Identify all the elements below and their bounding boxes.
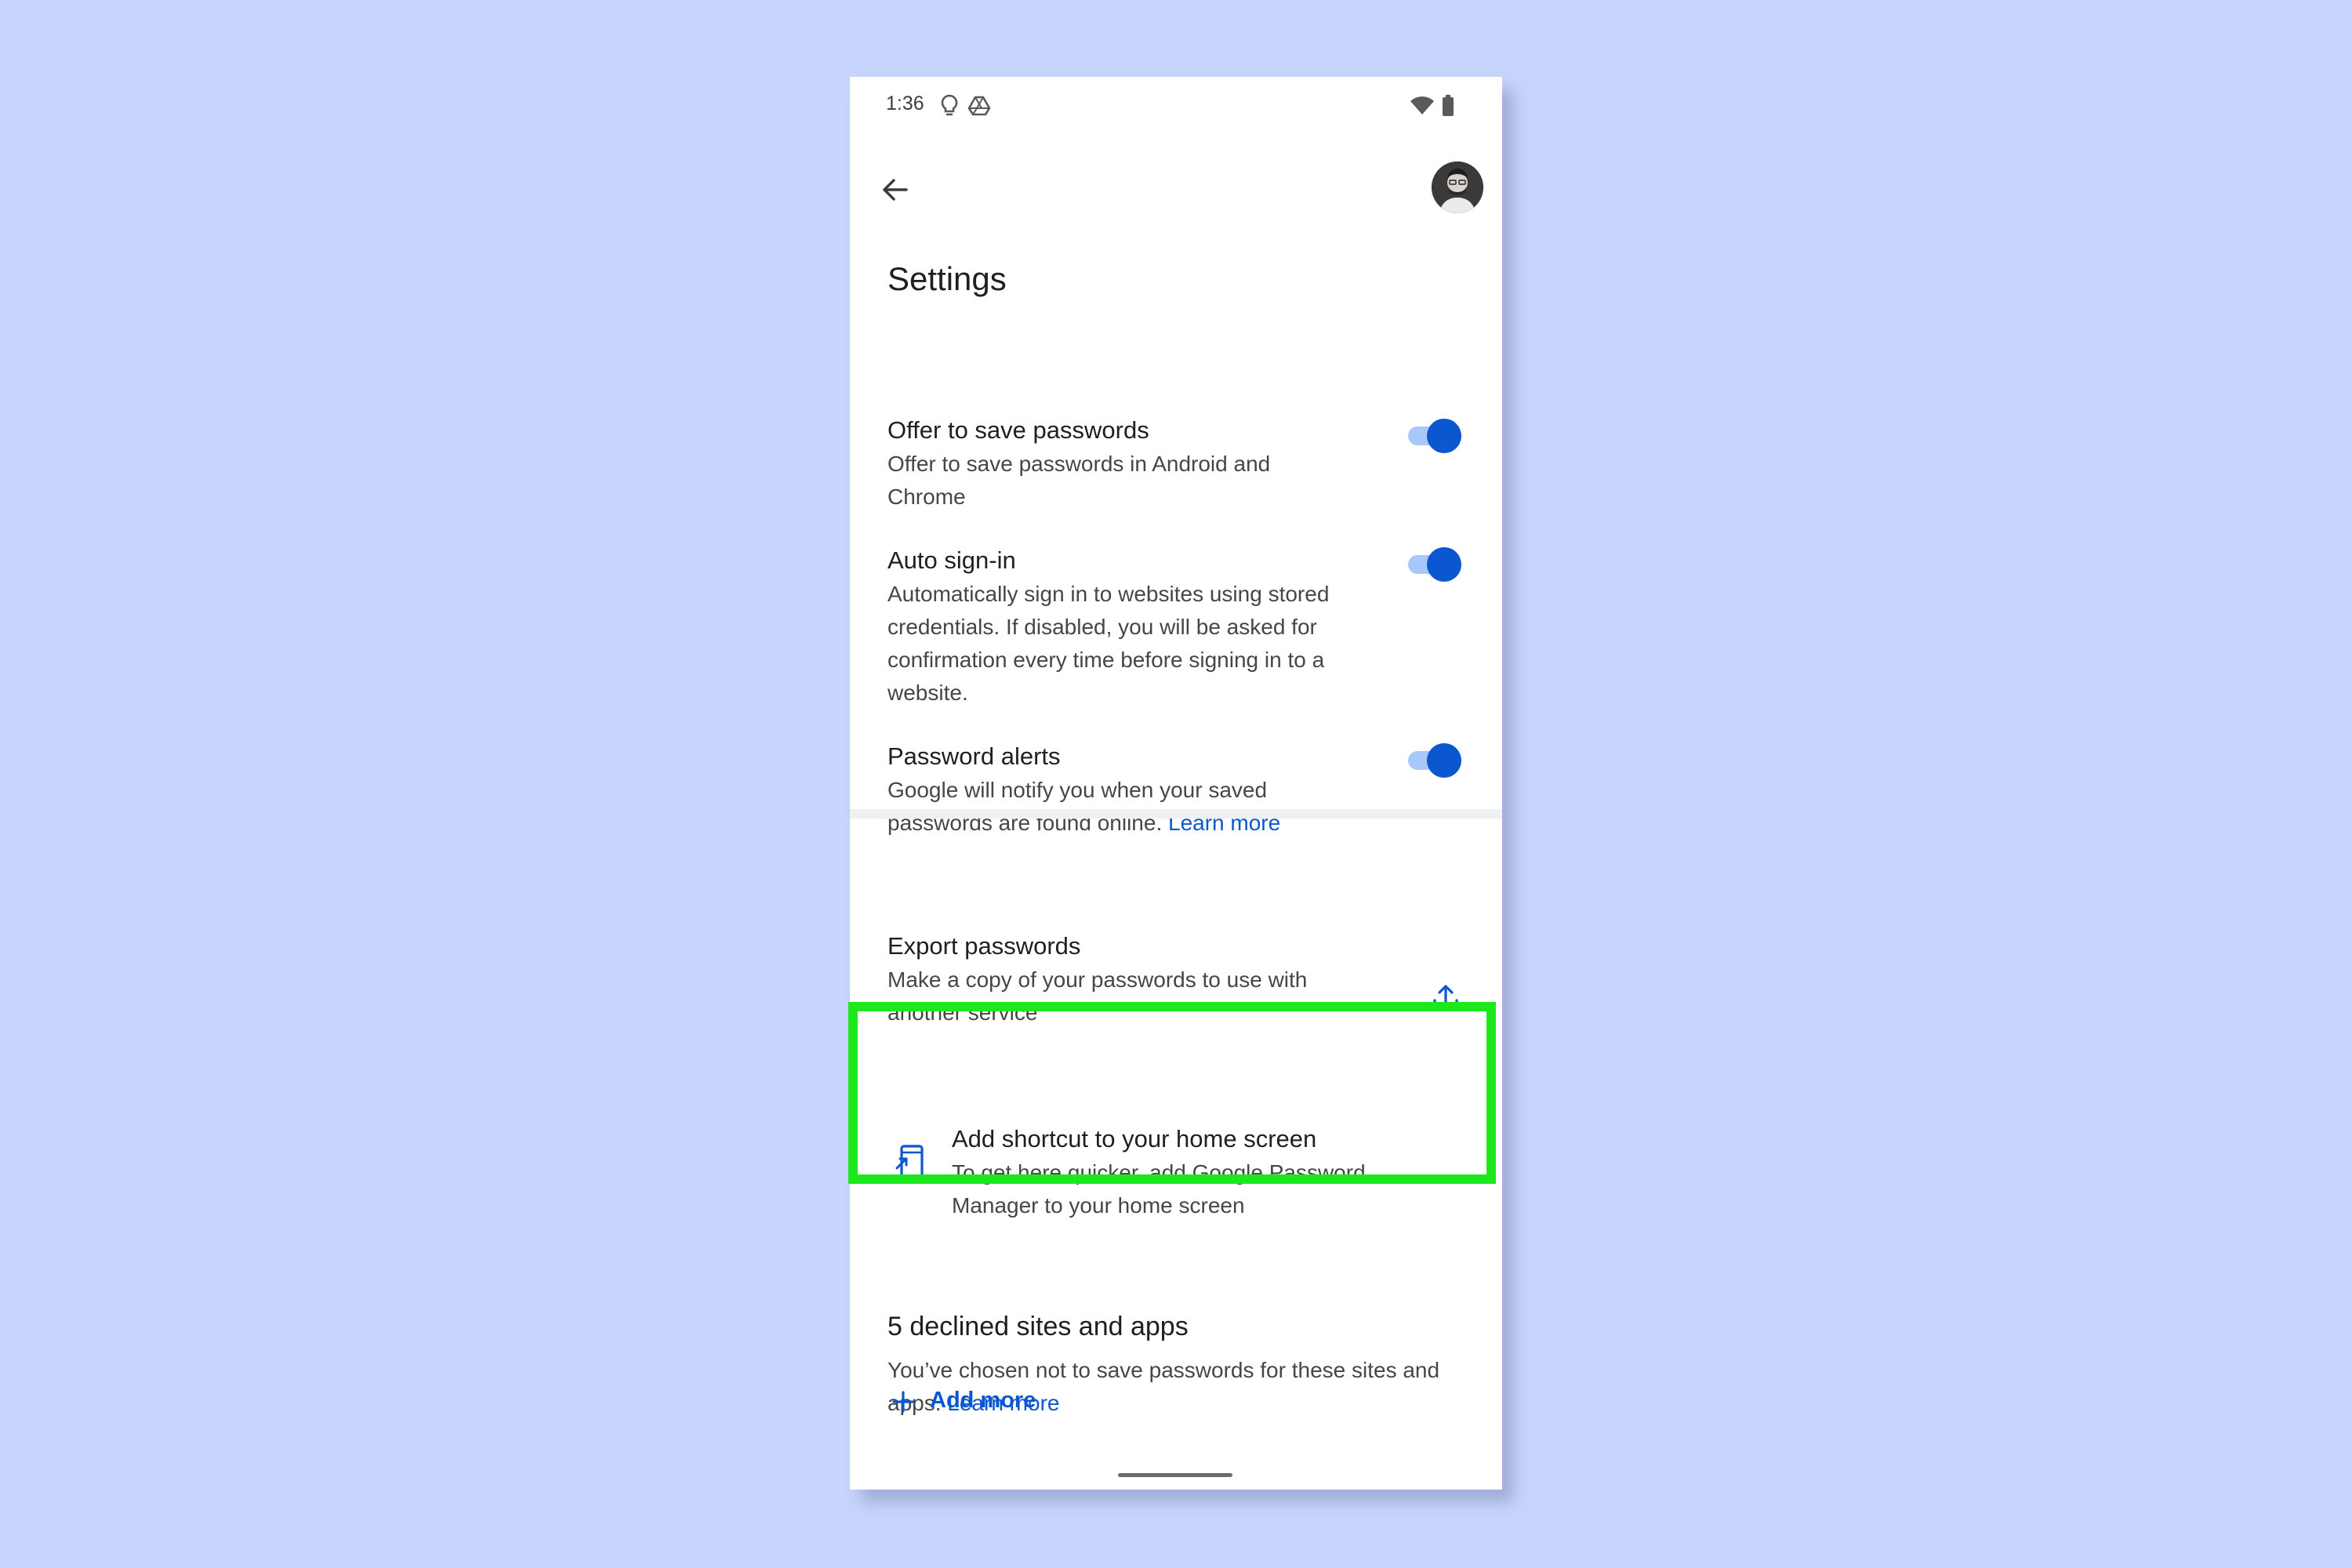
section-divider [850, 809, 1502, 818]
setting-description: Offer to save passwords in Android and C… [887, 452, 1271, 510]
setting-title: Auto sign-in [887, 546, 1016, 574]
setting-title: Password alerts [887, 742, 1061, 770]
setting-description: Automatically sign in to websites using … [887, 582, 1330, 706]
shortcut-description: To get here quicker, add Google Password… [952, 1160, 1366, 1218]
gesture-nav-handle[interactable] [1118, 1473, 1232, 1477]
export-title: Export passwords [887, 932, 1081, 960]
upload-icon[interactable] [1430, 980, 1461, 1011]
export-passwords-item[interactable]: Export passwords Make a copy of your pas… [887, 931, 1483, 1041]
arrow-back-icon[interactable] [878, 172, 913, 207]
profile-avatar[interactable] [1432, 162, 1483, 213]
add-shortcut-item[interactable]: Add shortcut to your home screen To get … [866, 1088, 1485, 1237]
toggle-knob [1427, 743, 1461, 778]
setting-auto-sign-in[interactable]: Auto sign-in Automatically sign in to we… [887, 546, 1436, 718]
toggle-auto-sign-in[interactable] [1405, 547, 1461, 582]
toggle-offer-to-save[interactable] [1405, 419, 1461, 453]
status-time: 1:36 [886, 93, 924, 114]
wifi-icon [1410, 96, 1434, 114]
setting-description: Google will notify you when your saved p… [887, 774, 1327, 840]
declined-title: 5 declined sites and apps [887, 1312, 1189, 1341]
add-more-button[interactable]: Add more [930, 1388, 1036, 1414]
toggle-knob [1427, 547, 1461, 582]
battery-icon [1443, 95, 1454, 116]
setting-password-alerts[interactable]: Password alerts Google will notify you w… [887, 742, 1436, 851]
setting-offer-to-save[interactable]: Offer to save passwords Offer to save pa… [887, 416, 1436, 525]
toggle-knob [1427, 419, 1461, 453]
setting-title: Offer to save passwords [887, 416, 1149, 444]
shortcut-text: Add shortcut to your home screen To get … [952, 1124, 1454, 1222]
lightbulb-icon [941, 94, 958, 116]
export-description: Make a copy of your passwords to use wit… [887, 967, 1308, 1025]
phone-screen: 1:36 Settings Offer to save passwords Of [850, 77, 1502, 1490]
plus-icon[interactable] [891, 1389, 916, 1414]
drive-icon [967, 96, 991, 116]
add-to-home-screen-icon [895, 1145, 924, 1184]
shortcut-title: Add shortcut to your home screen [952, 1125, 1317, 1152]
toggle-password-alerts[interactable] [1405, 743, 1461, 778]
page-title: Settings [887, 260, 1007, 297]
avatar-image [1432, 162, 1483, 213]
